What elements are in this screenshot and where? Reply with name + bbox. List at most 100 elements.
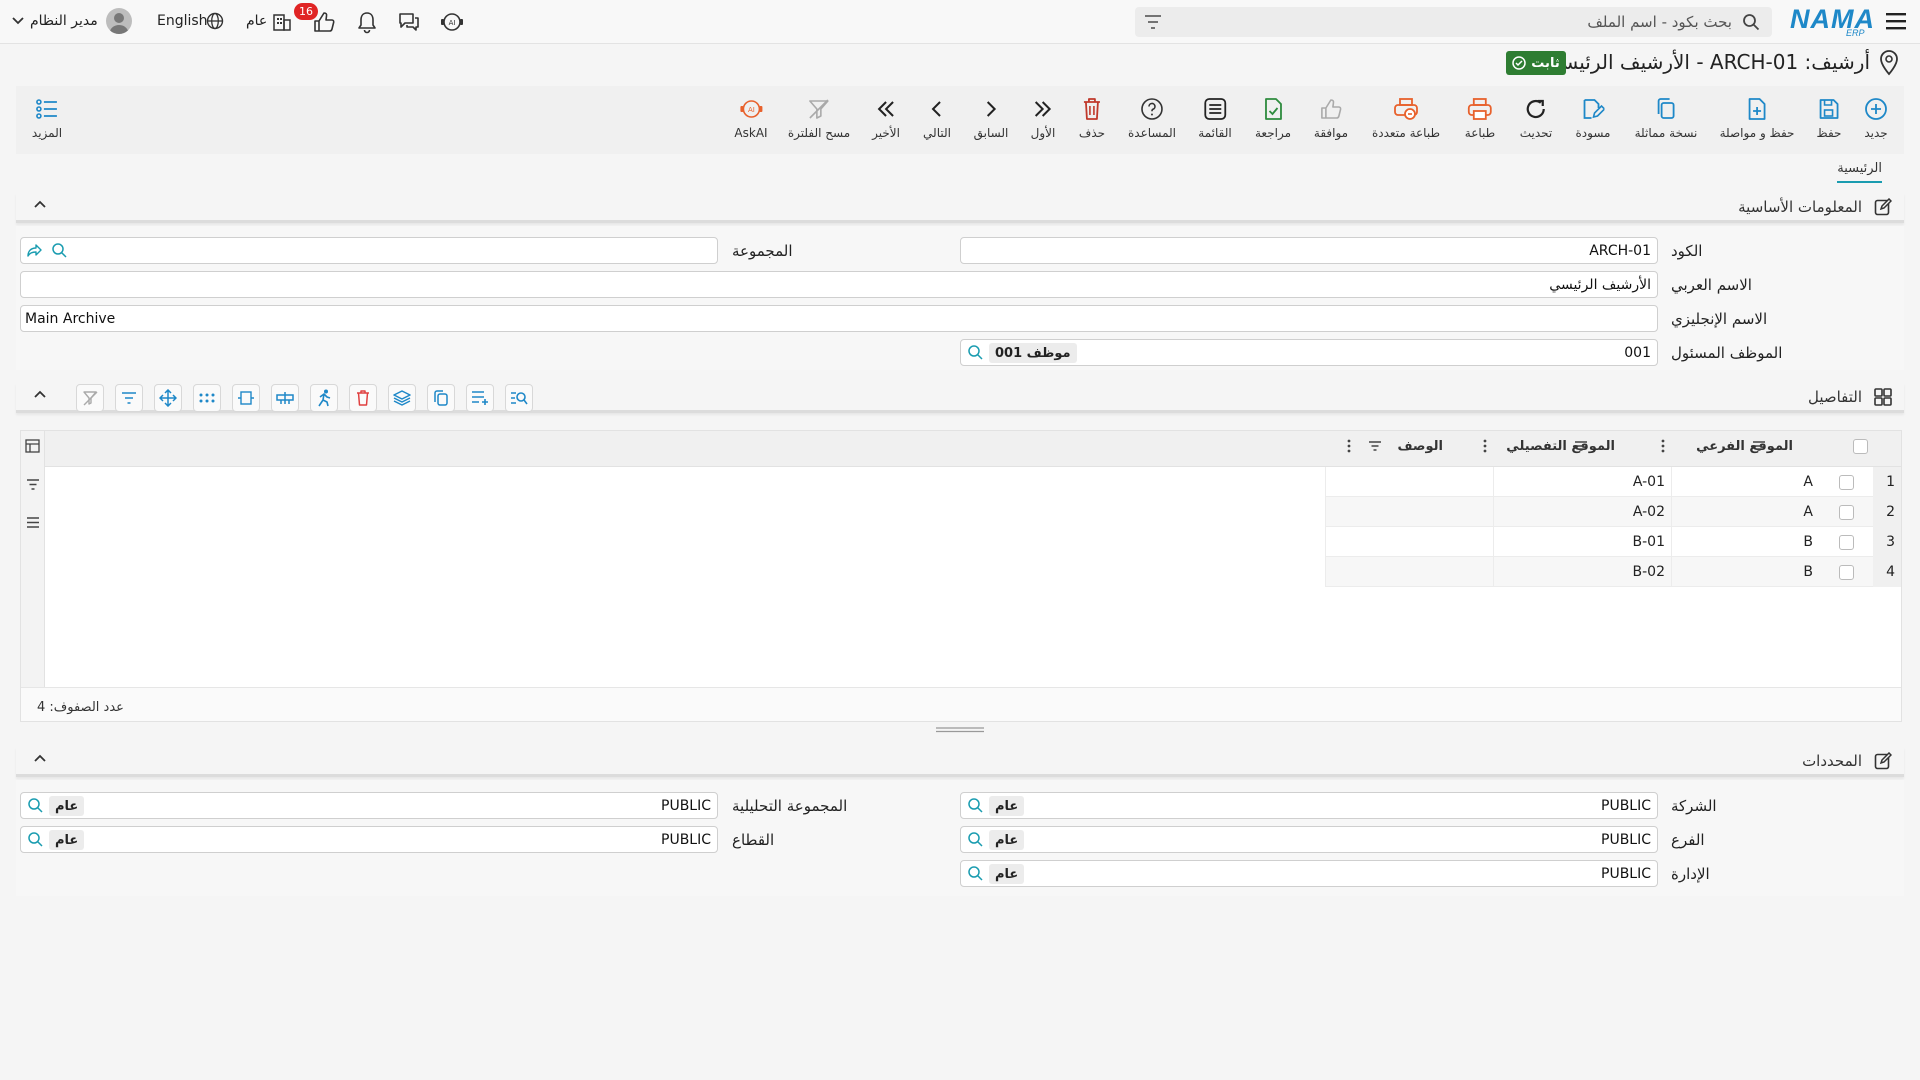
- filter-icon[interactable]: [1745, 431, 1765, 461]
- cell-sub-location[interactable]: B: [1671, 527, 1819, 557]
- clear-filter-button[interactable]: مسح الفلترة: [788, 86, 850, 154]
- dimensions-header[interactable]: المحددات: [16, 747, 1904, 777]
- duplicate-button[interactable]: نسخة مماثلة: [1635, 86, 1697, 154]
- next-button[interactable]: التالي: [923, 86, 951, 154]
- chevron-up-icon[interactable]: [34, 200, 46, 208]
- chevron-up-icon[interactable]: [34, 754, 46, 762]
- group-field[interactable]: [20, 237, 718, 264]
- details-header[interactable]: التفاصيل: [16, 383, 1904, 413]
- column-header[interactable]: الموقع الفرعي: [1665, 431, 1793, 461]
- branch-field[interactable]: PUBLIC عام: [960, 826, 1658, 853]
- bell-icon[interactable]: [356, 10, 378, 34]
- table-row[interactable]: 4 B B-02: [1325, 557, 1901, 587]
- layers-icon[interactable]: [388, 384, 416, 412]
- filter-icon[interactable]: [1145, 15, 1161, 29]
- run-icon[interactable]: [310, 384, 338, 412]
- code-field[interactable]: ARCH-01: [960, 237, 1658, 264]
- search-refresh-icon[interactable]: [27, 797, 43, 813]
- table-row[interactable]: 3 B B-01: [1325, 527, 1901, 557]
- search-refresh-icon[interactable]: [51, 242, 67, 258]
- list-button[interactable]: القائمة: [1198, 86, 1232, 154]
- columns-panel-icon[interactable]: [25, 439, 40, 453]
- cell-sub-location[interactable]: A: [1671, 497, 1819, 527]
- tab-main[interactable]: الرئيسية: [1837, 161, 1882, 183]
- move-icon[interactable]: [154, 384, 182, 412]
- new-button[interactable]: جديد: [1864, 86, 1888, 154]
- filter-panel-icon[interactable]: [26, 479, 40, 490]
- save-button[interactable]: حفظ: [1817, 86, 1841, 154]
- column-header[interactable]: الموقع التفصيلي: [1495, 431, 1615, 461]
- cell-sub-location[interactable]: A: [1671, 467, 1819, 497]
- approve-button[interactable]: موافقة: [1314, 86, 1348, 154]
- cell-detail-location[interactable]: A-02: [1493, 497, 1671, 527]
- analytic-group-field[interactable]: PUBLIC عام: [20, 792, 718, 819]
- nama-logo[interactable]: NAMA ERP: [1790, 4, 1874, 38]
- basic-info-header[interactable]: المعلومات الأساسية: [16, 193, 1904, 223]
- search-refresh-icon[interactable]: [967, 831, 983, 847]
- row-checkbox[interactable]: [1819, 557, 1873, 587]
- chat-icon[interactable]: [397, 11, 421, 33]
- last-button[interactable]: الأخير: [872, 86, 900, 154]
- refresh-button[interactable]: تحديث: [1520, 86, 1552, 154]
- kebab-icon[interactable]: [1475, 431, 1487, 461]
- cell-detail-location[interactable]: A-01: [1493, 467, 1671, 497]
- cell-description[interactable]: [1325, 557, 1493, 587]
- trash-icon[interactable]: [349, 384, 377, 412]
- cell-description[interactable]: [1325, 527, 1493, 557]
- department-field[interactable]: PUBLIC عام: [960, 860, 1658, 887]
- help-button[interactable]: المساعدة: [1128, 86, 1176, 154]
- filter-icon[interactable]: [1567, 431, 1587, 461]
- previous-button[interactable]: السابق: [974, 86, 1008, 154]
- language-switch[interactable]: English: [157, 13, 208, 29]
- row-checkbox[interactable]: [1819, 467, 1873, 497]
- chevron-up-icon[interactable]: [34, 390, 46, 398]
- scope-label[interactable]: عام: [246, 13, 267, 29]
- cell-description[interactable]: [1325, 497, 1493, 527]
- more-button[interactable]: المزيد: [32, 86, 62, 154]
- print-button[interactable]: طباعة: [1465, 86, 1495, 154]
- row-checkbox[interactable]: [1819, 527, 1873, 557]
- delete-button[interactable]: حذف: [1079, 86, 1105, 154]
- sector-field[interactable]: PUBLIC عام: [20, 826, 718, 853]
- row-checkbox[interactable]: [1819, 497, 1873, 527]
- chevron-down-icon[interactable]: [12, 17, 24, 25]
- first-button[interactable]: الأول: [1031, 86, 1055, 154]
- employee-field[interactable]: 001 موظف 001: [960, 339, 1658, 366]
- cell-detail-location[interactable]: B-02: [1493, 557, 1671, 587]
- globe-icon[interactable]: [206, 12, 224, 30]
- menu-icon[interactable]: [1886, 12, 1906, 30]
- search-refresh-icon[interactable]: [967, 865, 983, 881]
- company-field[interactable]: PUBLIC عام: [960, 792, 1658, 819]
- copy-row-icon[interactable]: [427, 384, 455, 412]
- table-row[interactable]: 1 A A-01: [1325, 467, 1901, 497]
- review-button[interactable]: مراجعة: [1255, 86, 1291, 154]
- search-input[interactable]: [1172, 7, 1732, 37]
- draft-button[interactable]: مسودة: [1576, 86, 1610, 154]
- dots-grid-icon[interactable]: [193, 384, 221, 412]
- table-row[interactable]: 2 A A-02: [1325, 497, 1901, 527]
- cell-description[interactable]: [1325, 467, 1493, 497]
- save-continue-button[interactable]: حفظ و مواصلة: [1720, 86, 1794, 154]
- english-name-field[interactable]: Main Archive: [20, 305, 1658, 332]
- column-header[interactable]: الوصف: [1383, 431, 1443, 461]
- cell-detail-location[interactable]: B-01: [1493, 527, 1671, 557]
- share-icon[interactable]: [27, 242, 43, 258]
- multi-print-button[interactable]: طباعة متعددة: [1372, 86, 1440, 154]
- ai-assistant-icon[interactable]: AI: [440, 11, 464, 33]
- filter-off-icon[interactable]: [76, 384, 104, 412]
- select-all-checkbox[interactable]: [1845, 431, 1875, 461]
- filter-icon[interactable]: [1361, 431, 1381, 461]
- arabic-name-field[interactable]: الأرشيف الرئيسي: [20, 271, 1658, 298]
- search-icon[interactable]: [1742, 13, 1760, 31]
- find-icon[interactable]: [505, 384, 533, 412]
- user-name[interactable]: مدير النظام: [30, 13, 98, 29]
- kebab-icon[interactable]: [1339, 431, 1351, 461]
- company-icon[interactable]: [272, 12, 292, 32]
- resize-handle[interactable]: [936, 727, 984, 733]
- kebab-icon[interactable]: [1653, 431, 1665, 461]
- search-refresh-icon[interactable]: [967, 797, 983, 813]
- avatar[interactable]: [106, 8, 132, 34]
- table-insert-icon[interactable]: [271, 384, 299, 412]
- search-refresh-icon[interactable]: [27, 831, 43, 847]
- search-refresh-icon[interactable]: [967, 344, 983, 360]
